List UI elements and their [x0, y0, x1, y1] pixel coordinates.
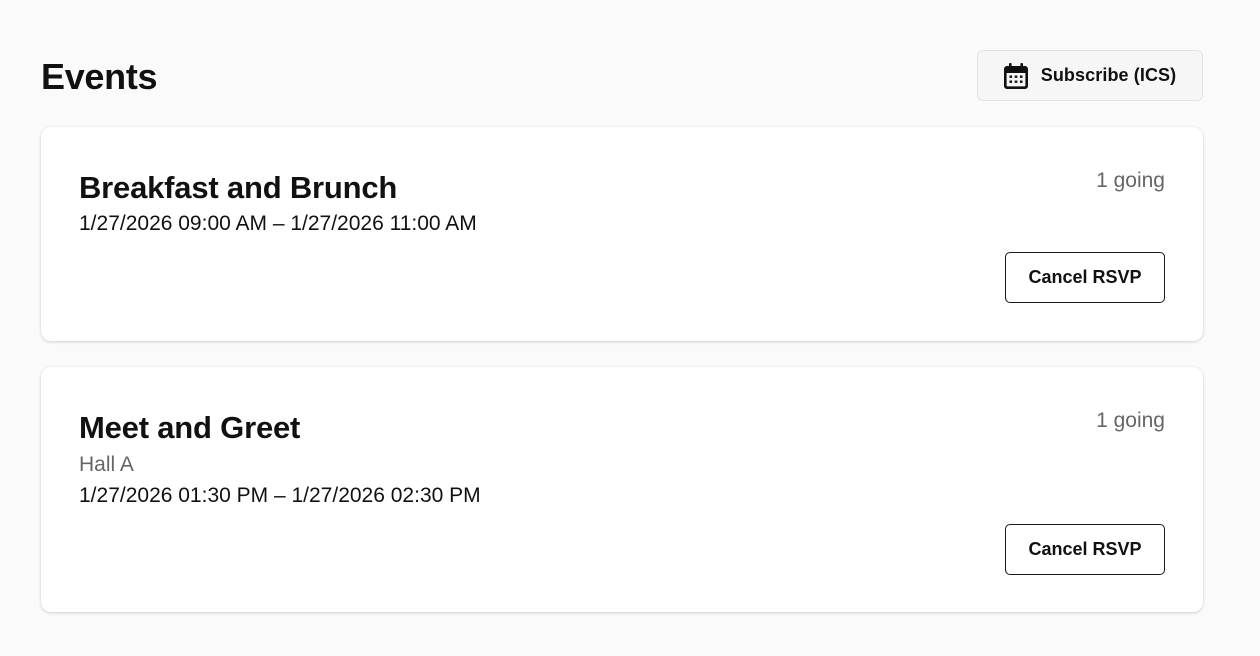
event-title: Breakfast and Brunch: [79, 170, 398, 205]
page-title: Events: [41, 56, 158, 97]
subscribe-label: Subscribe (ICS): [1040, 65, 1177, 85]
cancel-rsvp-button[interactable]: Cancel RSVP: [1005, 252, 1165, 303]
event-card: Meet and Greet Hall A 1/27/2026 01:30 PM…: [41, 367, 1203, 612]
subscribe-ics-button[interactable]: Subscribe (ICS): [977, 50, 1203, 101]
cancel-rsvp-button[interactable]: Cancel RSVP: [1005, 524, 1165, 575]
going-count: 1 going: [1096, 409, 1165, 432]
event-card: Breakfast and Brunch 1/27/2026 09:00 AM …: [41, 127, 1203, 341]
event-time: 1/27/2026 01:30 PM – 1/27/2026 02:30 PM: [79, 484, 481, 507]
going-count: 1 going: [1096, 169, 1165, 192]
event-title: Meet and Greet: [79, 410, 301, 445]
calendar-icon: [1003, 62, 1028, 89]
event-location: Hall A: [79, 453, 134, 476]
event-time: 1/27/2026 09:00 AM – 1/27/2026 11:00 AM: [79, 212, 477, 235]
page-header: Events Subscribe (ICS): [41, 50, 1203, 101]
